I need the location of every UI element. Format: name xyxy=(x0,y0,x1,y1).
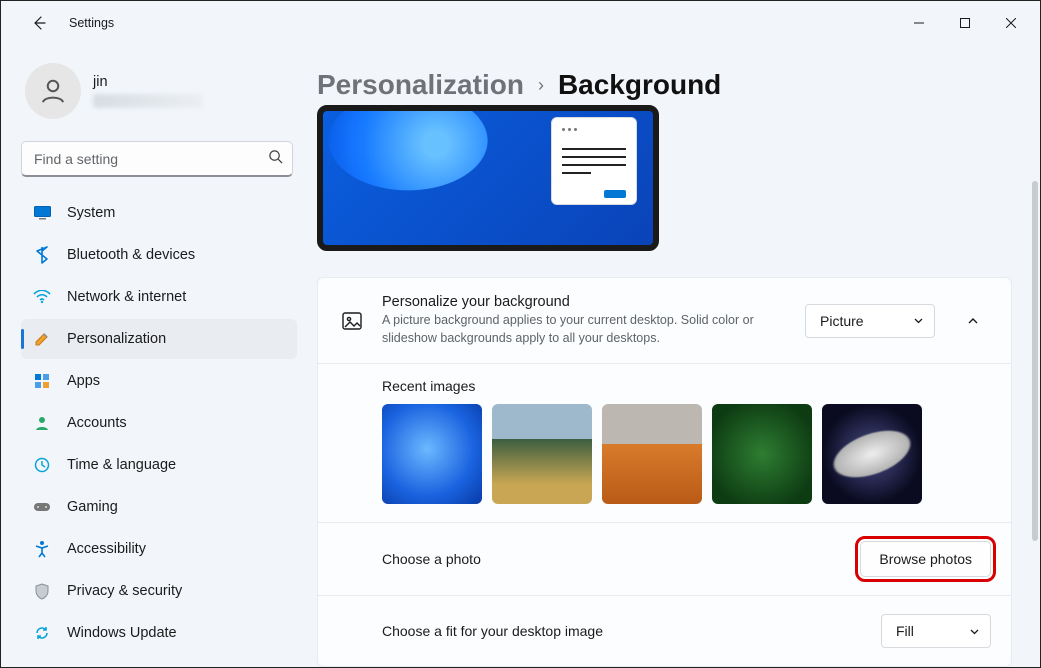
minimize-icon xyxy=(914,18,924,28)
bluetooth-icon xyxy=(33,246,51,264)
gamepad-icon xyxy=(33,498,51,516)
sidebar-item-label: Network & internet xyxy=(67,289,186,305)
sidebar-item-windows-update[interactable]: Windows Update xyxy=(21,613,297,653)
recent-images-section: Recent images xyxy=(318,363,1011,522)
background-type-select[interactable]: Picture xyxy=(805,304,935,338)
search-wrap xyxy=(21,141,293,177)
sidebar-item-label: Accessibility xyxy=(67,541,146,557)
maximize-icon xyxy=(960,18,970,28)
picture-icon xyxy=(338,310,366,332)
maximize-button[interactable] xyxy=(942,7,988,39)
sidebar-item-label: System xyxy=(67,205,115,221)
background-card: Personalize your background A picture ba… xyxy=(317,277,1012,667)
choose-photo-label: Choose a photo xyxy=(382,551,481,567)
preview-window xyxy=(551,117,637,205)
sidebar-item-accessibility[interactable]: Accessibility xyxy=(21,529,297,569)
choose-photo-row: Choose a photo Browse photos xyxy=(318,522,1011,595)
shield-icon xyxy=(33,582,51,600)
sidebar-item-time-language[interactable]: Time & language xyxy=(21,445,297,485)
account-icon xyxy=(33,414,51,432)
select-value: Fill xyxy=(896,623,914,639)
accessibility-icon xyxy=(33,540,51,558)
sidebar-item-label: Apps xyxy=(67,373,100,389)
sidebar-item-personalization[interactable]: Personalization xyxy=(21,319,297,359)
main-content: Personalization › Background Personalize… xyxy=(309,45,1040,667)
sidebar-item-apps[interactable]: Apps xyxy=(21,361,297,401)
arrow-left-icon xyxy=(31,15,47,31)
fit-select[interactable]: Fill xyxy=(881,614,991,648)
recent-images-label: Recent images xyxy=(382,378,991,394)
chevron-down-icon xyxy=(969,626,980,637)
back-button[interactable] xyxy=(21,5,57,41)
recent-image-thumb[interactable] xyxy=(822,404,922,504)
collapse-button[interactable] xyxy=(955,303,991,339)
close-button[interactable] xyxy=(988,7,1034,39)
page-title: Background xyxy=(558,69,721,101)
select-value: Picture xyxy=(820,313,864,329)
wifi-icon xyxy=(33,288,51,306)
close-icon xyxy=(1006,18,1016,28)
sidebar-item-bluetooth[interactable]: Bluetooth & devices xyxy=(21,235,297,275)
minimize-button[interactable] xyxy=(896,7,942,39)
sidebar-item-label: Windows Update xyxy=(67,625,177,641)
personalize-title: Personalize your background xyxy=(382,294,789,310)
browse-photos-button[interactable]: Browse photos xyxy=(860,541,991,577)
profile-email-blurred xyxy=(93,94,203,108)
apps-icon xyxy=(33,372,51,390)
recent-image-thumb[interactable] xyxy=(602,404,702,504)
search-input[interactable] xyxy=(21,141,293,177)
choose-fit-label: Choose a fit for your desktop image xyxy=(382,623,603,639)
sidebar-item-privacy[interactable]: Privacy & security xyxy=(21,571,297,611)
choose-fit-row: Choose a fit for your desktop image Fill xyxy=(318,595,1011,666)
recent-image-thumb[interactable] xyxy=(712,404,812,504)
sidebar: jin System Bluetooth & devices Network &… xyxy=(1,45,309,667)
profile-name: jin xyxy=(93,74,203,90)
monitor-icon xyxy=(33,204,51,222)
title-bar: Settings xyxy=(1,1,1040,45)
person-icon xyxy=(38,76,68,106)
nav: System Bluetooth & devices Network & int… xyxy=(21,193,299,653)
personalize-subtitle: A picture background applies to your cur… xyxy=(382,312,789,347)
avatar xyxy=(25,63,81,119)
sidebar-item-label: Bluetooth & devices xyxy=(67,247,195,263)
window-controls xyxy=(896,7,1034,39)
sidebar-item-label: Gaming xyxy=(67,499,118,515)
personalize-header: Personalize your background A picture ba… xyxy=(318,278,1011,363)
scrollbar[interactable] xyxy=(1032,181,1038,541)
chevron-down-icon xyxy=(913,315,924,326)
desktop-preview xyxy=(317,105,659,251)
sidebar-item-label: Personalization xyxy=(67,331,166,347)
recent-images-thumbs xyxy=(382,404,991,504)
clock-icon xyxy=(33,456,51,474)
sidebar-item-label: Time & language xyxy=(67,457,176,473)
recent-image-thumb[interactable] xyxy=(382,404,482,504)
update-icon xyxy=(33,624,51,642)
app-title: Settings xyxy=(69,16,114,30)
sidebar-item-system[interactable]: System xyxy=(21,193,297,233)
breadcrumb: Personalization › Background xyxy=(317,69,1012,101)
sidebar-item-accounts[interactable]: Accounts xyxy=(21,403,297,443)
chevron-up-icon xyxy=(966,314,980,328)
sidebar-item-network[interactable]: Network & internet xyxy=(21,277,297,317)
recent-image-thumb[interactable] xyxy=(492,404,592,504)
sidebar-item-gaming[interactable]: Gaming xyxy=(21,487,297,527)
sidebar-item-label: Privacy & security xyxy=(67,583,182,599)
chevron-right-icon: › xyxy=(538,75,544,96)
sidebar-item-label: Accounts xyxy=(67,415,127,431)
breadcrumb-parent[interactable]: Personalization xyxy=(317,69,524,101)
paintbrush-icon xyxy=(33,330,51,348)
profile-block[interactable]: jin xyxy=(21,57,299,133)
